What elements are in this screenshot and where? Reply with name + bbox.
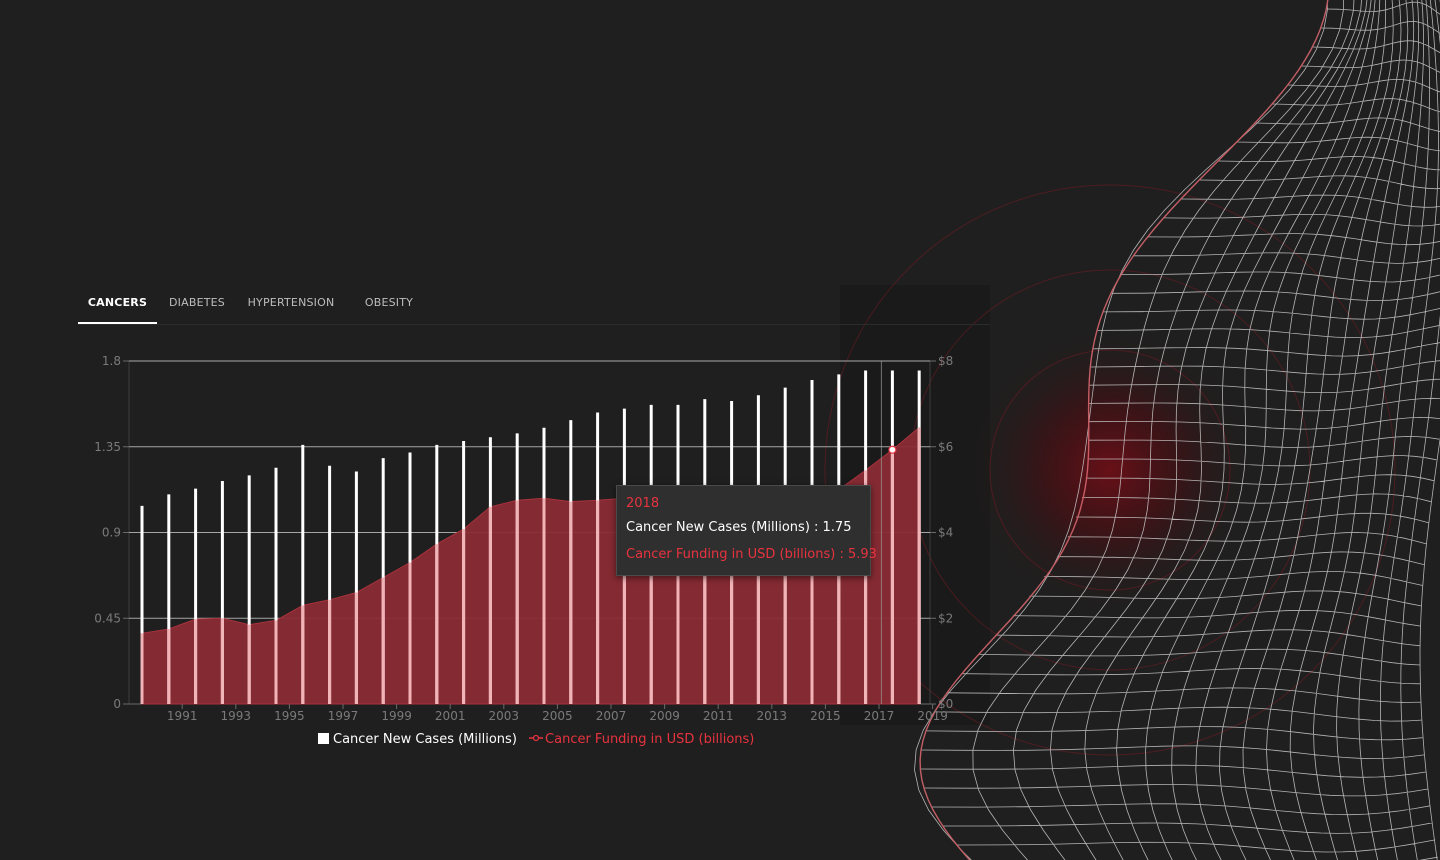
tooltip-funding: Cancer Funding in USD (billions) : 5.93 (626, 547, 877, 562)
legend-label-cases: Cancer New Cases (Millions) (333, 732, 517, 747)
y-tick-label: 1.8 (102, 354, 121, 368)
y2-tick-label: $4 (938, 526, 953, 540)
x-tick-label: 1991 (167, 709, 198, 723)
y-tick-label: 1.35 (94, 440, 121, 454)
x-tick-label: 2009 (649, 709, 680, 723)
legend-swatch-square-icon (318, 733, 329, 744)
chart-tooltip: 2018 Cancer New Cases (Millions) : 1.75 … (616, 485, 877, 576)
legend-item-funding[interactable]: Cancer Funding in USD (billions) (521, 732, 754, 747)
x-tick-label: 1995 (274, 709, 305, 723)
y-tick-label: 0.9 (102, 526, 121, 540)
x-tick-label: 2017 (864, 709, 895, 723)
x-tick-label: 2005 (542, 709, 573, 723)
x-tick-label: 2003 (489, 709, 520, 723)
x-tick-label: 2011 (703, 709, 734, 723)
tooltip-cases: Cancer New Cases (Millions) : 1.75 (626, 520, 852, 535)
legend-label-funding: Cancer Funding in USD (billions) (545, 732, 755, 747)
x-tick-label: 1993 (221, 709, 252, 723)
x-tick-label: 2007 (596, 709, 627, 723)
legend-item-cases[interactable]: Cancer New Cases (Millions) (318, 732, 517, 747)
y2-tick-label: $6 (938, 440, 953, 454)
x-tick-label: 1997 (328, 709, 359, 723)
x-tick-label: 2001 (435, 709, 466, 723)
cancer-chart: 00.450.91.351.8$0$2$4$6$81991 1993 1995 199… (94, 354, 953, 723)
y-tick-label: 0 (113, 697, 121, 711)
chart-legend: Cancer New Cases (Millions) Cancer Fundi… (318, 732, 754, 750)
x-tick-label: 2019 (917, 709, 948, 723)
x-tick-label: 1999 (381, 709, 412, 723)
hover-point (888, 445, 897, 454)
y2-tick-label: $8 (938, 354, 953, 368)
x-tick-label: 2013 (757, 709, 788, 723)
x-tick-label: 2015 (810, 709, 841, 723)
tooltip-year: 2018 (626, 496, 660, 511)
y2-tick-label: $2 (938, 611, 953, 625)
legend-line-marker-icon (529, 734, 544, 742)
y-tick-label: 0.45 (94, 611, 121, 625)
